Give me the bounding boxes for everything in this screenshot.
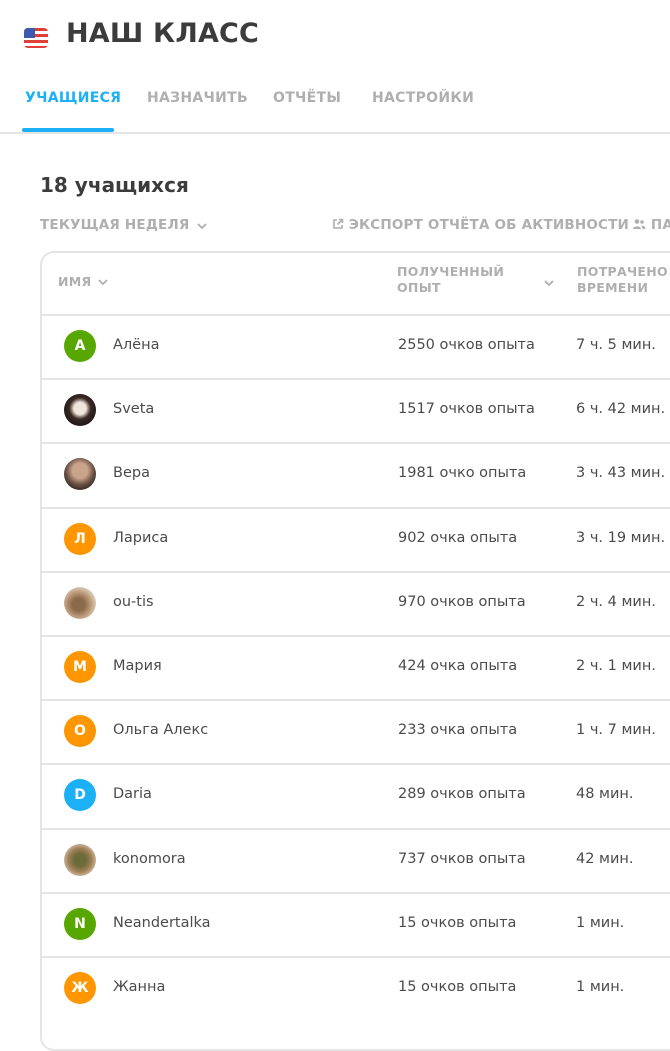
column-header-xp-line2: ОПЫТ	[397, 280, 441, 295]
student-time-spent: 1 ч. 7 мин.	[576, 722, 656, 739]
avatar[interactable]	[64, 843, 96, 876]
student-time-spent: 1 мин.	[576, 979, 625, 995]
avatar[interactable]	[64, 458, 96, 491]
avatar[interactable]: Ж	[64, 972, 96, 1004]
table-row[interactable]: О Ольга Алекс 233 очка опыта 1 ч. 7 мин.	[42, 699, 670, 763]
student-time-spent: 42 мин.	[576, 850, 634, 867]
student-xp: 1517 очков опыта	[398, 401, 535, 418]
partial-action-button[interactable]: ПА	[632, 217, 670, 233]
table-row[interactable]: ou-tis 970 очков опыта 2 ч. 4 мин.	[42, 570, 670, 635]
page-title: НАШ КЛАСС	[66, 18, 260, 49]
student-time-spent: 2 ч. 1 мин.	[576, 658, 656, 674]
student-xp: 902 очка опыта	[398, 529, 518, 546]
avatar[interactable]: D	[64, 779, 96, 812]
student-name[interactable]: ou-tis	[113, 594, 154, 610]
column-header-name[interactable]: ИМЯ	[58, 274, 108, 290]
external-link-icon	[333, 218, 344, 229]
student-xp: 289 очков опыта	[398, 786, 526, 803]
student-name[interactable]: Neandertalka	[113, 915, 211, 931]
student-xp: 970 очков опыта	[398, 593, 526, 610]
avatar[interactable]: N	[64, 907, 96, 940]
chevron-down-icon	[197, 223, 208, 230]
student-name[interactable]: Sveta	[113, 401, 154, 417]
student-name[interactable]: Daria	[113, 786, 152, 802]
student-name[interactable]: Жанна	[113, 979, 165, 995]
table-row[interactable]: Л Лариса 902 очка опыта 3 ч. 19 мин.	[42, 506, 670, 571]
avatar[interactable]: М	[64, 651, 96, 683]
student-xp: 424 очка опыта	[398, 658, 518, 674]
student-time-spent: 1 мин.	[576, 914, 625, 931]
student-name[interactable]: Лариса	[113, 530, 168, 546]
student-time-spent: 7 ч. 5 мин.	[576, 337, 656, 353]
column-header-xp[interactable]: ПОЛУЧЕННЫЙ ОПЫТ	[397, 264, 504, 296]
sort-chevron-down-icon[interactable]	[544, 279, 554, 287]
period-filter-dropdown[interactable]: ТЕКУЩАЯ НЕДЕЛЯ	[40, 217, 208, 233]
users-icon	[633, 219, 646, 229]
student-name[interactable]: Ольга Алекс	[113, 722, 208, 738]
app-header: НАШ КЛАСС	[0, 0, 670, 134]
avatar[interactable]: О	[64, 715, 96, 748]
students-count: 18 учащихся	[40, 173, 189, 197]
column-header-time-line1: ПОТРАЧЕНО	[577, 264, 668, 279]
table-row[interactable]: D Daria 289 очков опыта 48 мин.	[42, 763, 670, 827]
chevron-down-icon	[98, 279, 108, 286]
avatar[interactable]: А	[64, 330, 96, 362]
tab-students[interactable]: УЧАЩИЕСЯ	[25, 90, 121, 106]
student-xp: 1981 очко опыта	[398, 465, 527, 482]
student-time-spent: 3 ч. 43 мин.	[576, 465, 666, 482]
column-header-xp-line1: ПОЛУЧЕННЫЙ	[397, 264, 505, 279]
partial-action-label: ПА	[650, 217, 670, 233]
student-xp: 737 очков опыта	[398, 850, 526, 867]
table-row[interactable]: N Neandertalka 15 очков опыта 1 мин.	[42, 891, 670, 956]
student-xp: 2550 очков опыта	[398, 337, 535, 353]
student-xp: 15 очков опыта	[398, 914, 517, 931]
avatar[interactable]	[64, 394, 96, 427]
student-time-spent: 3 ч. 19 мин.	[576, 529, 666, 546]
student-time-spent: 2 ч. 4 мин.	[576, 593, 656, 610]
period-filter-label: ТЕКУЩАЯ НЕДЕЛЯ	[40, 217, 190, 233]
column-header-time-line2: ВРЕМЕНИ	[577, 280, 649, 295]
avatar[interactable]	[64, 586, 96, 619]
active-tab-indicator	[22, 128, 114, 132]
student-name[interactable]: konomora	[113, 851, 186, 867]
student-name[interactable]: Алёна	[113, 337, 159, 353]
tab-assign[interactable]: НАЗНАЧИТЬ	[147, 90, 248, 106]
student-name[interactable]: Вера	[113, 465, 150, 481]
student-time-spent: 6 ч. 42 мин.	[576, 401, 666, 418]
export-label: ЭКСПОРТ ОТЧЁТА ОБ АКТИВНОСТИ	[348, 217, 630, 233]
student-time-spent: 48 мин.	[576, 786, 634, 803]
us-flag-icon[interactable]	[24, 28, 48, 48]
table-row[interactable]: Ж Жанна 15 очков опыта 1 мин.	[42, 956, 670, 1020]
table-row[interactable]: Sveta 1517 очков опыта 6 ч. 42 мин.	[42, 378, 670, 442]
tab-settings[interactable]: НАСТРОЙКИ	[372, 90, 474, 106]
table-row[interactable]: konomora 737 очков опыта 42 мин.	[42, 827, 670, 892]
tab-reports[interactable]: ОТЧЁТЫ	[273, 90, 341, 106]
column-header-name-label: ИМЯ	[58, 274, 92, 289]
table-row[interactable]: М Мария 424 очка опыта 2 ч. 1 мин.	[42, 635, 670, 699]
student-xp: 15 очков опыта	[398, 979, 517, 995]
student-name[interactable]: Мария	[113, 658, 162, 674]
column-header-time[interactable]: ПОТРАЧЕНО ВРЕМЕНИ	[577, 264, 668, 296]
student-xp: 233 очка опыта	[398, 722, 518, 739]
export-activity-report-button[interactable]: ЭКСПОРТ ОТЧЁТА ОБ АКТИВНОСТИ	[332, 217, 629, 233]
table-row[interactable]: Вера 1981 очко опыта 3 ч. 43 мин.	[42, 442, 670, 506]
table-row[interactable]: А Алёна 2550 очков опыта 7 ч. 5 мин.	[42, 314, 670, 378]
avatar[interactable]: Л	[64, 522, 96, 555]
